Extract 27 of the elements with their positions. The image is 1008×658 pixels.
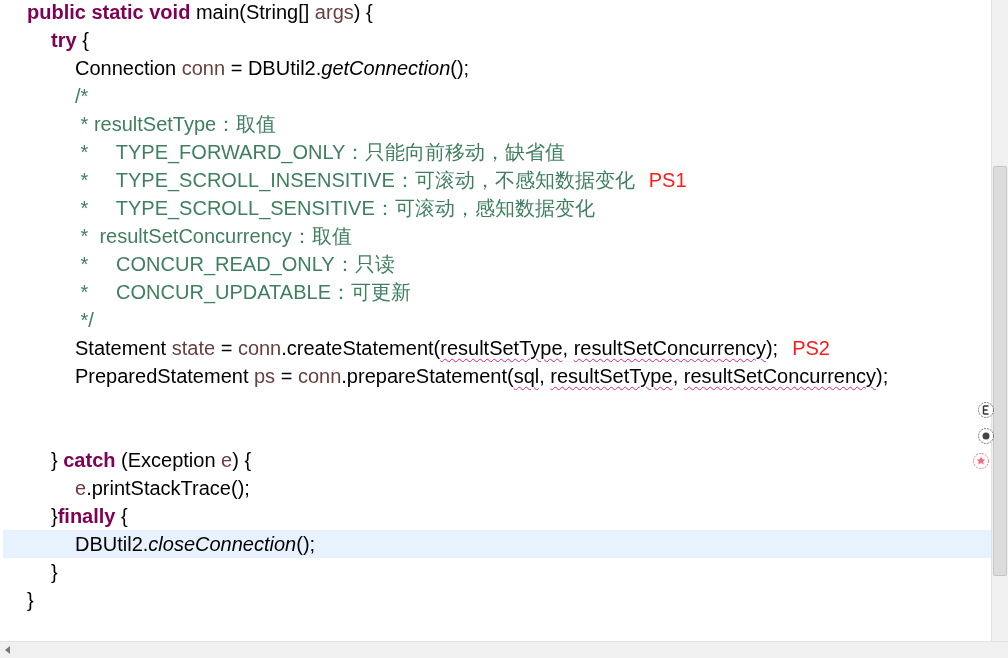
horizontal-scrollbar[interactable] — [0, 641, 1008, 658]
code-line: * resultSetConcurrency：取值 — [79, 223, 352, 249]
code-line: * CONCUR_UPDATABLE：可更新 — [79, 279, 411, 306]
code-line: Statement state = conn.createStatement(resultSetType, resultSetConcurrency); — [75, 336, 779, 360]
code-line: public static void main(String[] args) { — [27, 0, 373, 24]
code-line: * TYPE_FORWARD_ONLY：只能向前移动，缺省值 — [79, 139, 566, 166]
code-line: e.printStackTrace(); — [75, 476, 250, 500]
code-line: DBUtil2.closeConnection(); — [75, 532, 316, 556]
code-line: * CONCUR_READ_ONLY：只读 — [79, 251, 395, 278]
scrollbar-thumb[interactable] — [993, 166, 1007, 576]
code-line: } — [27, 588, 34, 612]
code-line: * TYPE_SCROLL_SENSITIVE：可滚动，感知数据变化 — [79, 195, 595, 222]
vertical-scrollbar[interactable] — [991, 0, 1008, 641]
code-line: * resultSetType：取值 — [79, 111, 277, 137]
code-line: /* — [75, 84, 89, 108]
annotation-label: PS1 — [648, 168, 687, 192]
annotation-label: PS2 — [792, 336, 830, 360]
left-arrow-icon[interactable] — [4, 646, 12, 654]
code-line: * TYPE_SCROLL_INSENSITIVE：可滚动，不感知数据变化 — [79, 167, 635, 194]
code-line: */ — [79, 308, 94, 332]
code-line: Connection conn = DBUtil2.getConnection(); — [75, 56, 470, 80]
code-line: } catch (Exception e) { — [51, 448, 252, 472]
star-marker-icon[interactable] — [972, 452, 990, 470]
code-line: } — [51, 560, 58, 584]
code-line: }finally { — [51, 504, 128, 528]
code-line: try { — [51, 28, 89, 52]
code-line: PreparedStatement ps = conn.prepareStatement(sql, resultSetType, resultSetConcurrency); — [75, 364, 889, 388]
